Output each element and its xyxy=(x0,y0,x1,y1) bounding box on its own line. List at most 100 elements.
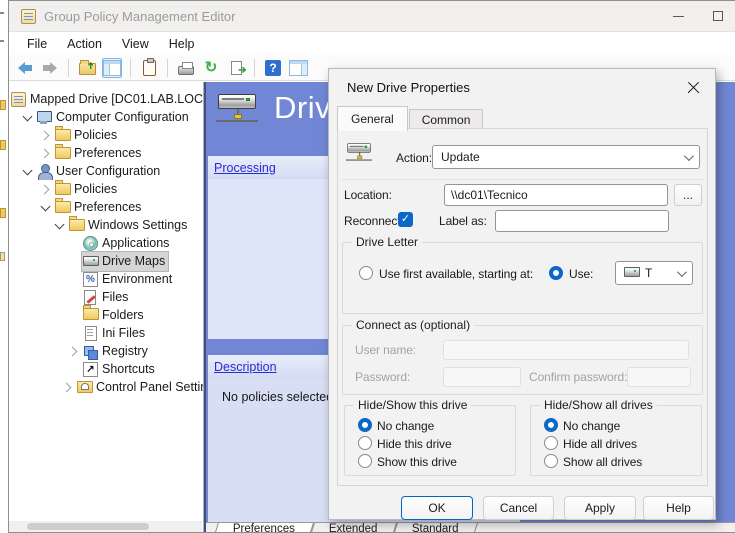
tab-general[interactable]: General xyxy=(337,106,408,131)
tree-item-folders[interactable]: Folders xyxy=(9,306,203,324)
chevron-right-icon[interactable] xyxy=(61,381,73,393)
show-all-drives-label: Show all drives xyxy=(563,455,642,469)
hide-show-all-drives-group: Hide/Show all drives No change Hide all … xyxy=(530,405,702,476)
hide-all-drives-radio[interactable] xyxy=(544,436,558,450)
chevron-right-icon[interactable] xyxy=(67,345,79,357)
toolbar-separator xyxy=(68,59,69,77)
tree-item-control-panel-settings[interactable]: Control Panel Setting xyxy=(9,378,203,396)
description-link[interactable]: Description xyxy=(214,360,277,374)
action-label: Action: xyxy=(396,151,432,165)
tree-item-user-policies[interactable]: Policies xyxy=(9,180,203,198)
window-title: Group Policy Management Editor xyxy=(44,9,235,24)
tab-extended[interactable]: Extended xyxy=(310,523,397,532)
scrollbar-thumb[interactable] xyxy=(27,523,149,530)
tree-item-shortcuts[interactable]: Shortcuts xyxy=(9,360,203,378)
tree-item-computer-configuration[interactable]: Computer Configuration xyxy=(9,108,203,126)
tree-item-computer-preferences[interactable]: Preferences xyxy=(9,144,203,162)
show-console-tree-icon[interactable] xyxy=(102,58,122,78)
tree-item-registry[interactable]: Registry xyxy=(9,342,203,360)
confirm-password-label: Confirm password: xyxy=(529,370,627,384)
chevron-down-icon[interactable] xyxy=(21,165,33,177)
tree-item-user-configuration[interactable]: User Configuration xyxy=(9,162,203,180)
hide-this-drive-radio[interactable] xyxy=(358,436,372,450)
use-first-available-label: Use first available, starting at: xyxy=(379,267,533,281)
show-this-drive-radio[interactable] xyxy=(358,454,372,468)
folder-icon xyxy=(55,183,70,198)
tree-item-windows-settings[interactable]: Windows Settings xyxy=(9,216,203,234)
reconnect-label: Reconnect: xyxy=(344,214,404,228)
tree-item-computer-policies[interactable]: Policies xyxy=(9,126,203,144)
close-icon[interactable] xyxy=(683,77,705,99)
chevron-right-icon[interactable] xyxy=(39,147,51,159)
chevron-down-icon[interactable] xyxy=(39,201,51,213)
help-button[interactable]: Help xyxy=(643,496,714,520)
user-name-label: User name: xyxy=(355,343,416,357)
maximize-icon xyxy=(713,11,723,21)
minimize-icon xyxy=(673,16,684,17)
cancel-button[interactable]: Cancel xyxy=(483,496,554,520)
tree-item-drive-maps[interactable]: Drive Maps xyxy=(9,252,203,270)
show-this-drive-label: Show this drive xyxy=(377,455,457,469)
location-input[interactable]: \\dc01\Tecnico xyxy=(444,184,668,206)
this-no-change-radio[interactable] xyxy=(358,418,372,432)
tree-item-mapped-drive[interactable]: Mapped Drive [DC01.LAB.LOCA xyxy=(9,90,203,108)
console-tree: Mapped Drive [DC01.LAB.LOCA Computer Con… xyxy=(9,82,204,532)
back-icon[interactable] xyxy=(15,58,35,78)
menu-action[interactable]: Action xyxy=(57,35,112,53)
show-action-pane-icon[interactable] xyxy=(288,58,308,78)
user-name-input xyxy=(443,340,689,360)
dialog-title: New Drive Properties xyxy=(347,80,470,95)
tree-item-ini-files[interactable]: Ini Files xyxy=(9,324,203,342)
use-radio[interactable] xyxy=(549,266,563,280)
folder-icon xyxy=(55,201,70,216)
tab-preferences[interactable]: Preferences xyxy=(214,523,314,532)
registry-icon xyxy=(83,344,98,359)
chevron-down-icon[interactable] xyxy=(21,111,33,123)
hide-this-drive-label: Hide this drive xyxy=(377,437,452,451)
show-all-drives-radio[interactable] xyxy=(544,454,558,468)
ok-button[interactable]: OK xyxy=(401,496,473,520)
browse-button[interactable]: ... xyxy=(674,184,702,206)
print-icon[interactable] xyxy=(176,58,196,78)
menu-help[interactable]: Help xyxy=(159,35,205,53)
tab-standard[interactable]: Standard xyxy=(393,523,478,532)
drive-letter-dropdown[interactable]: T xyxy=(615,261,693,285)
tree-item-environment[interactable]: Environment xyxy=(9,270,203,288)
tree-horizontal-scrollbar[interactable] xyxy=(9,521,202,532)
tree-item-applications[interactable]: Applications xyxy=(9,234,203,252)
hide-show-this-drive-label: Hide/Show this drive xyxy=(354,398,471,412)
forward-icon[interactable] xyxy=(40,58,60,78)
action-value: Update xyxy=(441,150,480,164)
all-no-change-label: No change xyxy=(563,419,620,433)
toolbar-separator xyxy=(130,59,131,77)
up-one-level-icon[interactable] xyxy=(77,58,97,78)
help-icon[interactable]: ? xyxy=(263,58,283,78)
action-dropdown[interactable]: Update xyxy=(432,145,700,169)
tree-item-user-preferences[interactable]: Preferences xyxy=(9,198,203,216)
control-panel-folder-icon xyxy=(77,381,92,396)
chevron-down-icon[interactable] xyxy=(53,219,65,231)
tree-item-files[interactable]: Files xyxy=(9,288,203,306)
folder-icon xyxy=(55,129,70,144)
use-label: Use: xyxy=(569,267,593,281)
label-as-input[interactable] xyxy=(495,210,669,232)
clipboard-icon[interactable] xyxy=(139,58,159,78)
drive-letter-value: T xyxy=(645,266,652,280)
export-list-icon[interactable] xyxy=(226,58,246,78)
chevron-right-icon[interactable] xyxy=(39,129,51,141)
reconnect-checkbox[interactable]: ✓ xyxy=(398,212,413,227)
apply-button[interactable]: Apply xyxy=(564,496,636,520)
dialog-drive-icon xyxy=(346,143,372,162)
hide-all-drives-label: Hide all drives xyxy=(563,437,637,451)
menu-view[interactable]: View xyxy=(112,35,159,53)
menu-file[interactable]: File xyxy=(17,35,57,53)
refresh-icon[interactable]: ↻ xyxy=(201,58,221,78)
no-policies-text: No policies selected xyxy=(222,390,333,404)
drive-letter-icon xyxy=(624,266,639,281)
all-no-change-radio[interactable] xyxy=(544,418,558,432)
use-first-available-radio[interactable] xyxy=(359,266,373,280)
processing-link[interactable]: Processing xyxy=(214,161,276,175)
minimize-button[interactable] xyxy=(661,1,695,31)
maximize-button[interactable] xyxy=(701,1,735,31)
chevron-right-icon[interactable] xyxy=(39,183,51,195)
